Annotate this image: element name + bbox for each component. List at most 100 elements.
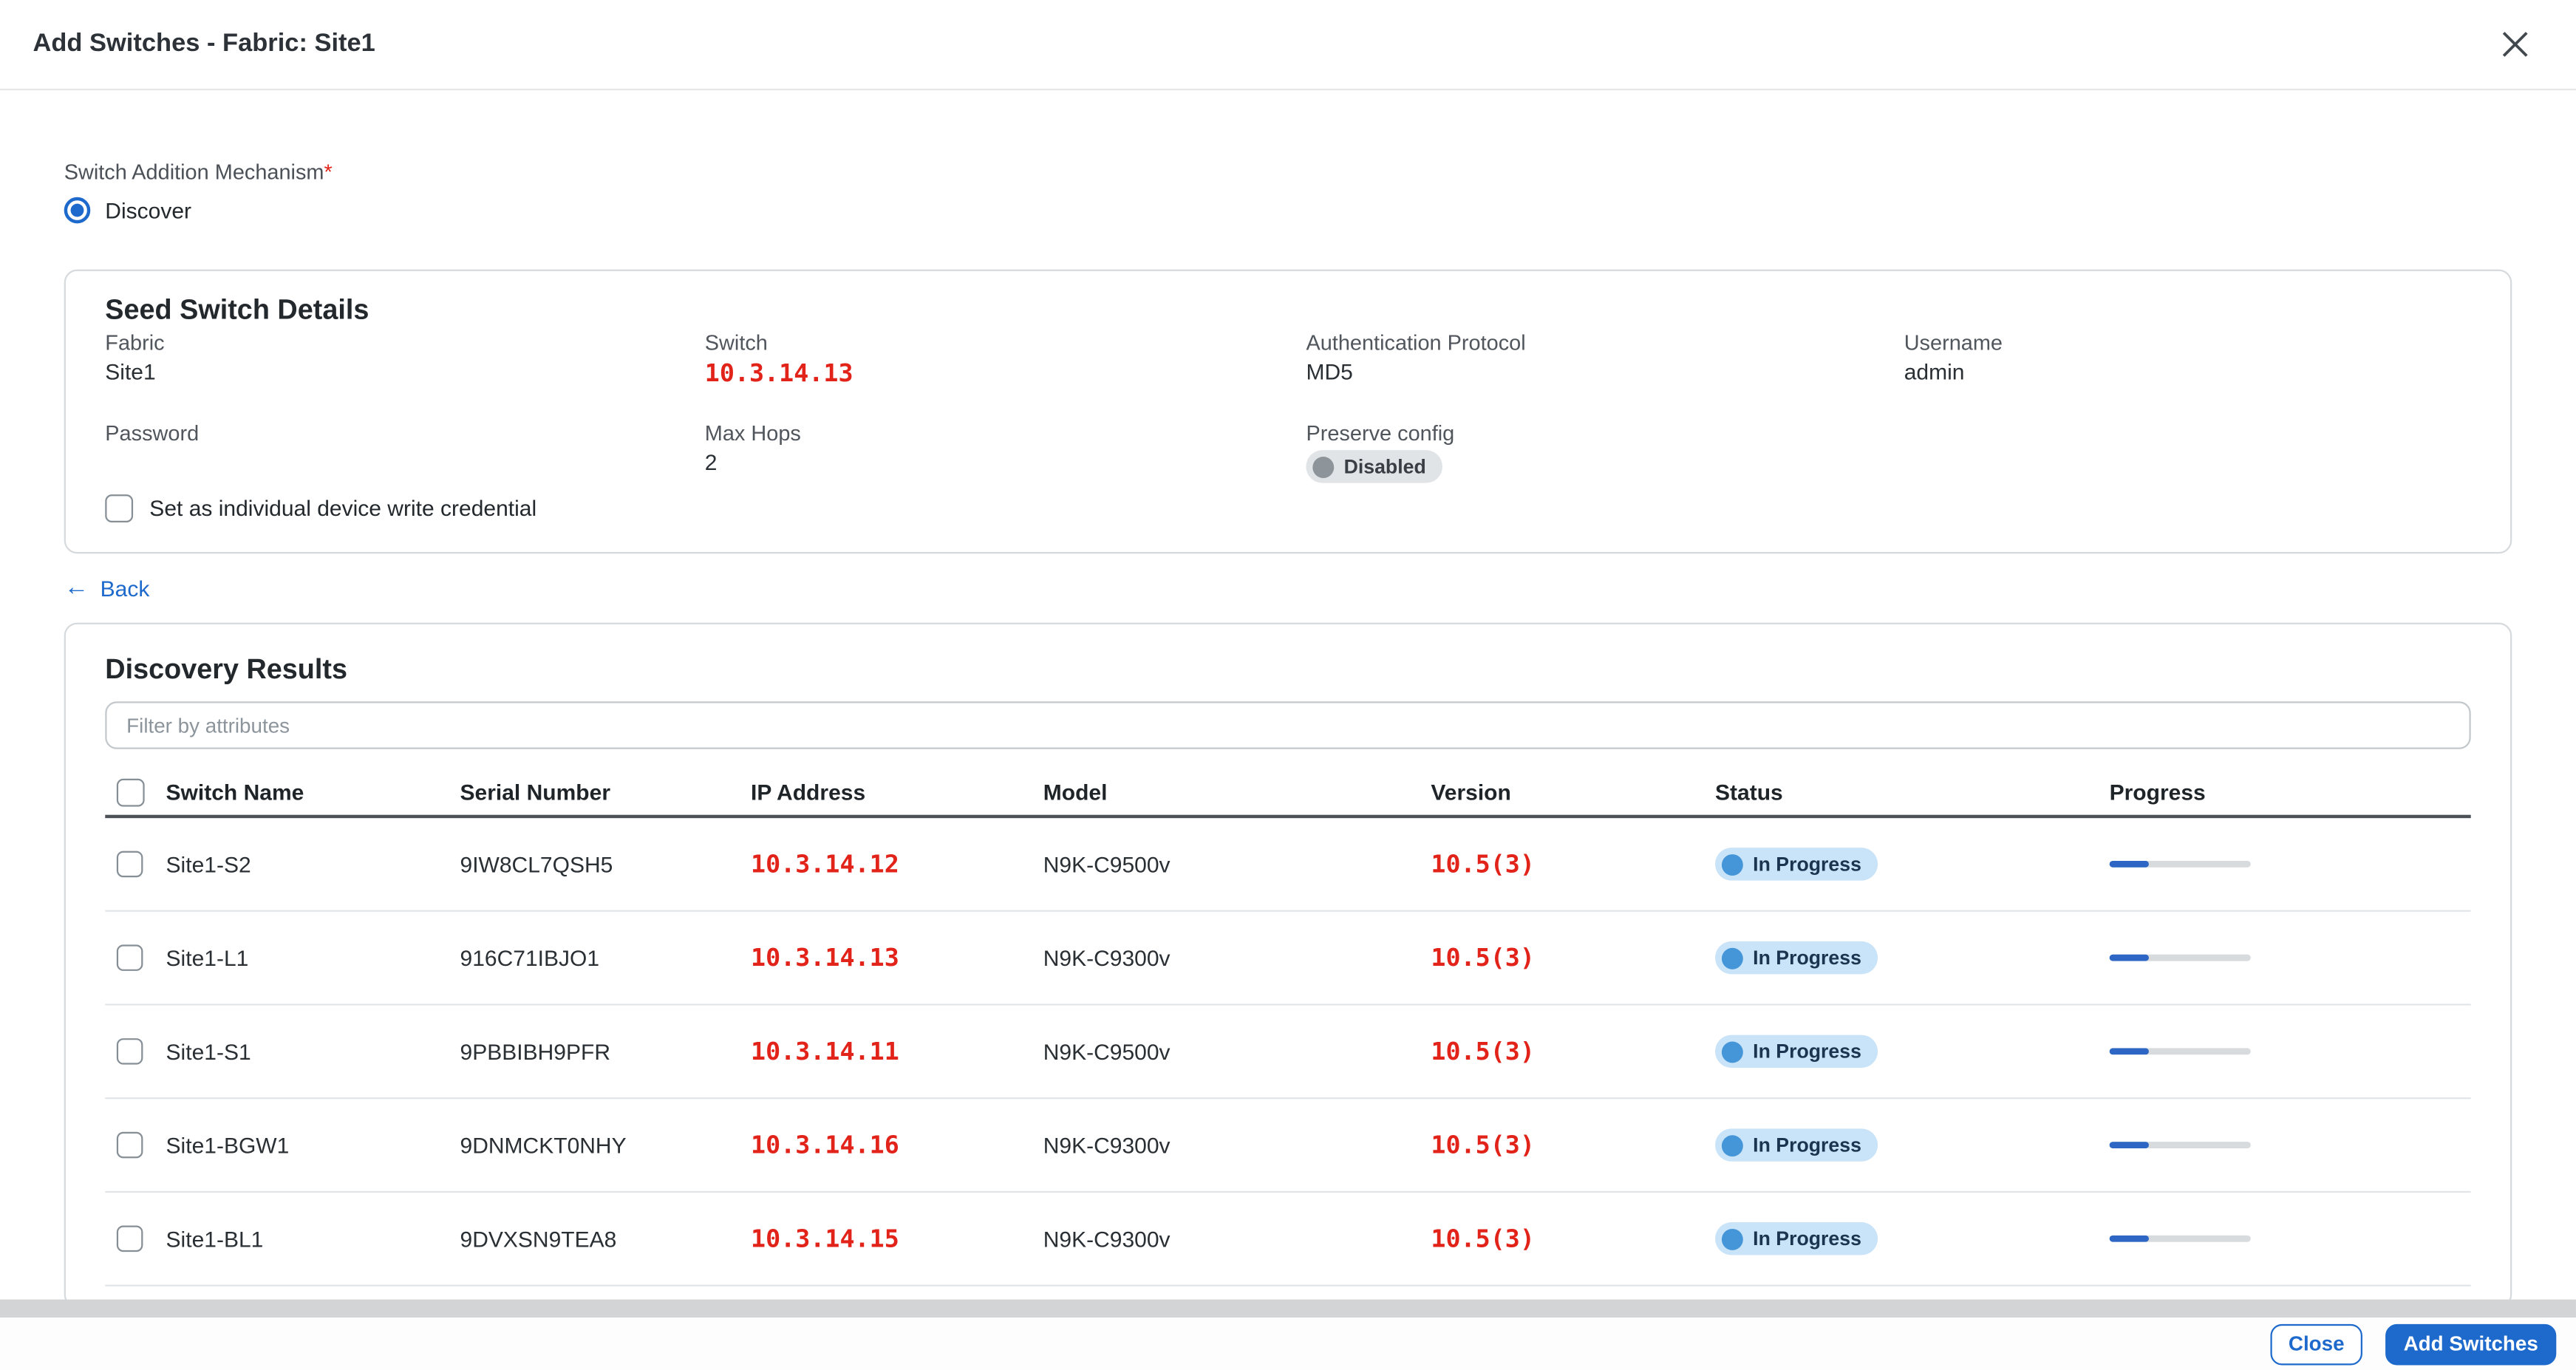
cell-serial: 916C71IBJO1	[460, 945, 751, 969]
field-label: Authentication Protocol	[1306, 332, 1904, 355]
field-password: Password	[105, 422, 704, 485]
dialog-title: Add Switches - Fabric: Site1	[33, 30, 375, 59]
status-text: In Progress	[1753, 853, 1861, 876]
seed-field-grid: Fabric Site1 Switch 10.3.14.13 Authentic…	[105, 332, 2470, 485]
col-model: Model	[1043, 780, 1431, 804]
cell-switch-name: Site1-S2	[166, 852, 460, 876]
back-link-label: Back	[100, 576, 150, 600]
progress-fill	[2110, 1236, 2150, 1242]
field-preserve-config: Preserve config Disabled	[1306, 422, 1904, 485]
discover-radio[interactable]: Discover	[64, 197, 191, 224]
field-value: 2	[705, 450, 1306, 477]
radio-selected-icon	[64, 197, 91, 224]
status-text: In Progress	[1753, 1134, 1861, 1156]
dialog-header: Add Switches - Fabric: Site1	[0, 0, 2576, 90]
progress-fill	[2110, 1142, 2150, 1148]
add-switches-button[interactable]: Add Switches	[2385, 1323, 2556, 1365]
close-button[interactable]: Close	[2270, 1323, 2362, 1365]
add-switches-dialog: Add Switches - Fabric: Site1 Switch Addi…	[0, 0, 2576, 1370]
cell-ip: 10.3.14.13	[751, 943, 1043, 972]
write-credential-label: Set as individual device write credentia…	[149, 495, 536, 519]
table-row[interactable]: Site1-BL1 9DVXSN9TEA8 10.3.14.15 N9K-C93…	[105, 1193, 2470, 1286]
field-label: Preserve config	[1306, 422, 1904, 445]
progress-fill	[2110, 955, 2150, 961]
field-label: Password	[105, 422, 704, 445]
dialog-body: Switch Addition Mechanism* Discover Seed…	[0, 160, 2576, 1308]
status-badge: In Progress	[1715, 1035, 1878, 1068]
cell-model: N9K-C9500v	[1043, 1039, 1431, 1063]
table-row[interactable]: Site1-BGW1 9DNMCKT0NHY 10.3.14.16 N9K-C9…	[105, 1099, 2470, 1193]
cell-model: N9K-C9300v	[1043, 945, 1431, 969]
field-label: Username	[1904, 332, 2471, 355]
select-all-checkbox[interactable]	[117, 778, 145, 806]
close-x-glyph	[2501, 30, 2530, 59]
cell-serial: 9DNMCKT0NHY	[460, 1133, 751, 1157]
close-icon[interactable]	[2497, 27, 2533, 63]
preserve-config-value: Disabled	[1344, 455, 1426, 478]
cell-version: 10.5(3)	[1431, 943, 1715, 972]
field-label: Switch	[705, 332, 1306, 355]
cell-model: N9K-C9300v	[1043, 1227, 1431, 1251]
progress-bar	[2110, 1048, 2251, 1054]
field-fabric: Fabric Site1	[105, 332, 704, 386]
cell-serial: 9PBBIBH9PFR	[460, 1039, 751, 1063]
row-checkbox[interactable]	[117, 851, 143, 878]
table-row[interactable]: Site1-S2 9IW8CL7QSH5 10.3.14.12 N9K-C950…	[105, 818, 2470, 912]
back-link[interactable]: ← Back	[64, 576, 150, 600]
cell-switch-name: Site1-L1	[166, 945, 460, 969]
write-credential-checkbox[interactable]	[105, 494, 133, 522]
cell-serial: 9IW8CL7QSH5	[460, 852, 751, 876]
dialog-footer: Close Add Switches	[0, 1318, 2576, 1370]
col-switch-name: Switch Name	[166, 780, 460, 804]
disabled-dot-icon	[1312, 456, 1334, 477]
field-max-hops: Max Hops 2	[705, 422, 1306, 485]
mechanism-label-text: Switch Addition Mechanism	[64, 160, 324, 184]
discovery-results-card: Discovery Results Switch Name Serial Num…	[64, 623, 2512, 1308]
write-credential-checkbox-row[interactable]: Set as individual device write credentia…	[105, 494, 536, 522]
progress-bar	[2110, 1236, 2251, 1242]
cell-serial: 9DVXSN9TEA8	[460, 1227, 751, 1251]
cell-version: 10.5(3)	[1431, 1224, 1715, 1253]
row-checkbox[interactable]	[117, 944, 143, 971]
table-row[interactable]: Site1-L1 916C71IBJO1 10.3.14.13 N9K-C930…	[105, 912, 2470, 1006]
cell-version: 10.5(3)	[1431, 1131, 1715, 1160]
table-header-row: Switch Name Serial Number IP Address Mod…	[105, 769, 2470, 818]
field-auth-protocol: Authentication Protocol MD5	[1306, 332, 1904, 386]
filter-input[interactable]	[105, 701, 2470, 749]
status-text: In Progress	[1753, 1040, 1861, 1063]
table-body: Site1-S2 9IW8CL7QSH5 10.3.14.12 N9K-C950…	[105, 818, 2470, 1286]
status-badge: In Progress	[1715, 1222, 1878, 1255]
col-ip-address: IP Address	[751, 780, 1043, 804]
row-checkbox[interactable]	[117, 1132, 143, 1159]
progress-bar	[2110, 861, 2251, 868]
row-checkbox[interactable]	[117, 1038, 143, 1065]
required-asterisk: *	[324, 160, 333, 184]
status-badge: In Progress	[1715, 848, 1878, 880]
cell-ip: 10.3.14.15	[751, 1224, 1043, 1253]
col-progress: Progress	[2110, 780, 2471, 804]
bottom-scroll-strip	[0, 1300, 2576, 1318]
radio-dot	[71, 204, 84, 217]
preserve-config-badge: Disabled	[1306, 450, 1442, 483]
back-arrow-icon: ←	[64, 576, 89, 599]
cell-ip: 10.3.14.12	[751, 849, 1043, 879]
cell-model: N9K-C9500v	[1043, 852, 1431, 876]
discovery-table: Switch Name Serial Number IP Address Mod…	[105, 769, 2470, 1286]
cell-ip: 10.3.14.11	[751, 1037, 1043, 1066]
cell-model: N9K-C9300v	[1043, 1133, 1431, 1157]
table-row[interactable]: Site1-S1 9PBBIBH9PFR 10.3.14.11 N9K-C950…	[105, 1006, 2470, 1100]
seed-card-title: Seed Switch Details	[105, 294, 2470, 325]
row-checkbox[interactable]	[117, 1226, 143, 1253]
status-dot-icon	[1722, 1228, 1743, 1250]
cell-version: 10.5(3)	[1431, 849, 1715, 879]
field-empty	[1904, 422, 2471, 485]
seed-switch-details-card: Seed Switch Details Fabric Site1 Switch …	[64, 270, 2512, 553]
field-value: Site1	[105, 360, 704, 386]
progress-bar	[2110, 1142, 2251, 1148]
progress-fill	[2110, 861, 2150, 868]
discovery-card-title: Discovery Results	[105, 654, 2470, 685]
status-dot-icon	[1722, 853, 1743, 875]
field-switch: Switch 10.3.14.13	[705, 332, 1306, 386]
field-value	[105, 450, 704, 477]
status-badge: In Progress	[1715, 1128, 1878, 1161]
